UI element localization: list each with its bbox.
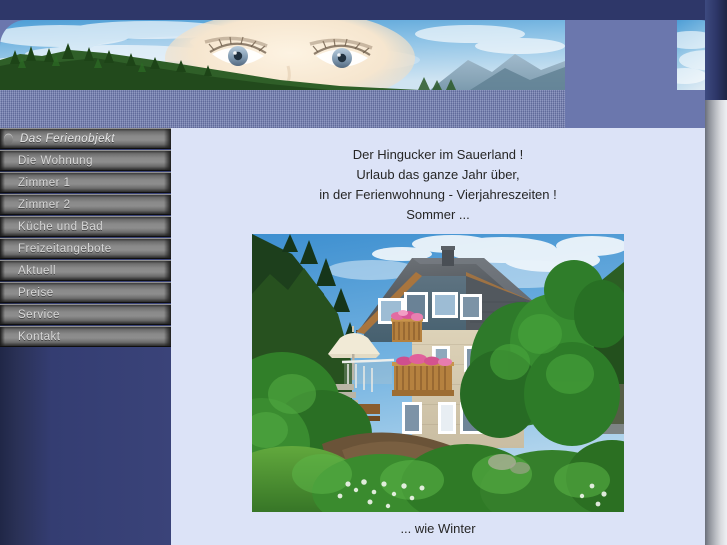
menu-edge-right [164, 283, 171, 302]
page-headline: Der Hingucker im Sauerland ! Urlaub das … [171, 128, 705, 225]
menu-edge-left [0, 173, 5, 192]
body-area: Das Ferienobjekt Die Wohnung Zimmer 1 Zi… [0, 128, 705, 545]
sidebar-item-preise[interactable]: Preise [0, 282, 171, 303]
right-edge-shadow-top [705, 0, 727, 100]
banner-texture-strip [0, 90, 565, 128]
menu-edge-right [164, 305, 171, 324]
main-navigation: Das Ferienobjekt Die Wohnung Zimmer 1 Zi… [0, 128, 171, 348]
bullet-icon [4, 133, 13, 144]
sidebar-item-zimmer-2[interactable]: Zimmer 2 [0, 194, 171, 215]
sidebar-item-das-ferienobjekt[interactable]: Das Ferienobjekt [0, 128, 171, 149]
site-banner [0, 20, 727, 128]
menu-edge-right [164, 151, 171, 170]
top-band [0, 0, 727, 20]
content-panel: Der Hingucker im Sauerland ! Urlaub das … [171, 128, 705, 545]
sidebar-item-zimmer-1[interactable]: Zimmer 1 [0, 172, 171, 193]
menu-edge-right [164, 261, 171, 280]
summer-house-photo [252, 234, 624, 512]
sidebar-item-label: Das Ferienobjekt [20, 132, 115, 145]
menu-edge-left [0, 151, 5, 170]
sidebar-item-label: Aktuell [18, 264, 57, 277]
sidebar: Das Ferienobjekt Die Wohnung Zimmer 1 Zi… [0, 128, 171, 545]
menu-edge-left [0, 327, 5, 346]
menu-edge-right [164, 239, 171, 258]
headline-line-2: Urlaub das ganze Jahr über, [356, 167, 520, 182]
headline-line-1: Der Hingucker im Sauerland ! [352, 147, 524, 162]
menu-edge-left [0, 239, 5, 258]
sidebar-item-label: Zimmer 1 [18, 176, 71, 189]
menu-edge-left [0, 283, 5, 302]
sidebar-item-kontakt[interactable]: Kontakt [0, 326, 171, 347]
sidebar-item-label: Preise [18, 286, 54, 299]
menu-edge-right [164, 195, 171, 214]
sidebar-item-aktuell[interactable]: Aktuell [0, 260, 171, 281]
menu-edge-left [0, 195, 5, 214]
sidebar-item-die-wohnung[interactable]: Die Wohnung [0, 150, 171, 171]
menu-edge-left [0, 261, 5, 280]
banner-image [0, 20, 565, 90]
sidebar-item-label: Die Wohnung [18, 154, 93, 167]
menu-edge-right [164, 217, 171, 236]
sidebar-item-service[interactable]: Service [0, 304, 171, 325]
headline-line-4: Sommer ... [406, 207, 470, 222]
sidebar-item-freizeitangebote[interactable]: Freizeitangebote [0, 238, 171, 259]
menu-edge-right [164, 173, 171, 192]
menu-edge-left [0, 305, 5, 324]
headline-line-3: in der Ferienwohnung - Vierjahreszeiten … [319, 187, 557, 202]
sidebar-item-label: Service [18, 308, 60, 321]
sidebar-item-label: Küche und Bad [18, 220, 104, 233]
menu-edge-left [0, 217, 5, 236]
sidebar-item-kueche-und-bad[interactable]: Küche und Bad [0, 216, 171, 237]
sidebar-item-label: Kontakt [18, 330, 61, 343]
sidebar-item-label: Freizeitangebote [18, 242, 112, 255]
sidebar-item-label: Zimmer 2 [18, 198, 71, 211]
winter-caption: ... wie Winter [400, 521, 476, 536]
menu-edge-right [164, 327, 171, 346]
menu-edge-right [164, 129, 171, 148]
page-root: Das Ferienobjekt Die Wohnung Zimmer 1 Zi… [0, 0, 727, 545]
